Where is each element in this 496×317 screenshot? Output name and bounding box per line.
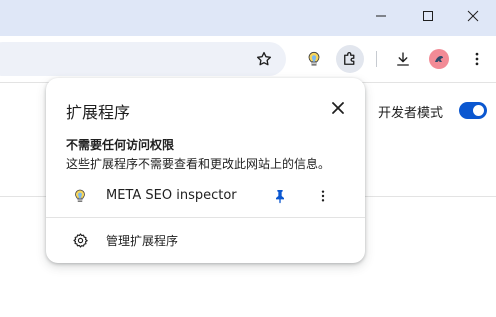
toolbar-separator <box>376 51 377 67</box>
browser-window: 开发者模式 扩展程序 不需要任何访问权限 这些扩展程序不需要查看和更改此网站上的… <box>0 0 496 317</box>
section-description: 这些扩展程序不需要查看和更改此网站上的信息。 <box>66 157 331 171</box>
address-bar[interactable] <box>0 42 286 76</box>
profile-button[interactable] <box>425 45 453 73</box>
puzzle-icon <box>344 52 355 65</box>
extension-more-button[interactable] <box>311 184 335 208</box>
maximize-icon <box>423 11 433 21</box>
extensions-popup: 扩展程序 不需要任何访问权限 这些扩展程序不需要查看和更改此网站上的信息。 ME… <box>46 78 365 263</box>
extension-name: META SEO inspector <box>106 188 237 203</box>
browser-toolbar <box>0 36 496 82</box>
minimize-button[interactable] <box>358 0 404 32</box>
minimize-icon <box>376 15 386 17</box>
popup-close-button[interactable] <box>326 96 350 120</box>
avatar-icon <box>429 49 449 69</box>
avatar-glyph <box>435 56 443 62</box>
extensions-button[interactable] <box>336 45 364 73</box>
star-icon <box>256 51 272 66</box>
close-icon <box>467 10 479 22</box>
developer-mode-label: 开发者模式 <box>378 106 444 121</box>
section-heading: 不需要任何访问权限 <box>66 138 175 152</box>
close-window-button[interactable] <box>450 0 496 32</box>
title-bar <box>0 0 496 36</box>
manage-extensions-label: 管理扩展程序 <box>106 234 179 248</box>
pin-extension-button[interactable] <box>268 184 292 208</box>
downloads-button[interactable] <box>389 45 417 73</box>
bookmark-button[interactable] <box>250 45 278 73</box>
more-vert-icon <box>475 52 479 66</box>
browser-menu-button[interactable] <box>463 45 491 73</box>
popup-divider <box>46 217 365 218</box>
maximize-button[interactable] <box>405 0 451 32</box>
lightbulb-icon <box>308 51 320 66</box>
meta-seo-toolbar-button[interactable] <box>300 45 328 73</box>
close-icon <box>332 102 344 114</box>
developer-mode-toggle[interactable] <box>459 102 487 119</box>
pin-icon <box>276 190 284 204</box>
gear-icon <box>70 230 90 250</box>
manage-extensions-button[interactable]: 管理扩展程序 <box>46 226 365 254</box>
toggle-knob <box>473 105 484 116</box>
download-icon <box>397 52 409 66</box>
popup-title: 扩展程序 <box>66 103 131 122</box>
extension-row[interactable]: META SEO inspector <box>46 179 365 213</box>
more-vert-icon <box>321 190 325 202</box>
lightbulb-icon <box>70 186 90 206</box>
